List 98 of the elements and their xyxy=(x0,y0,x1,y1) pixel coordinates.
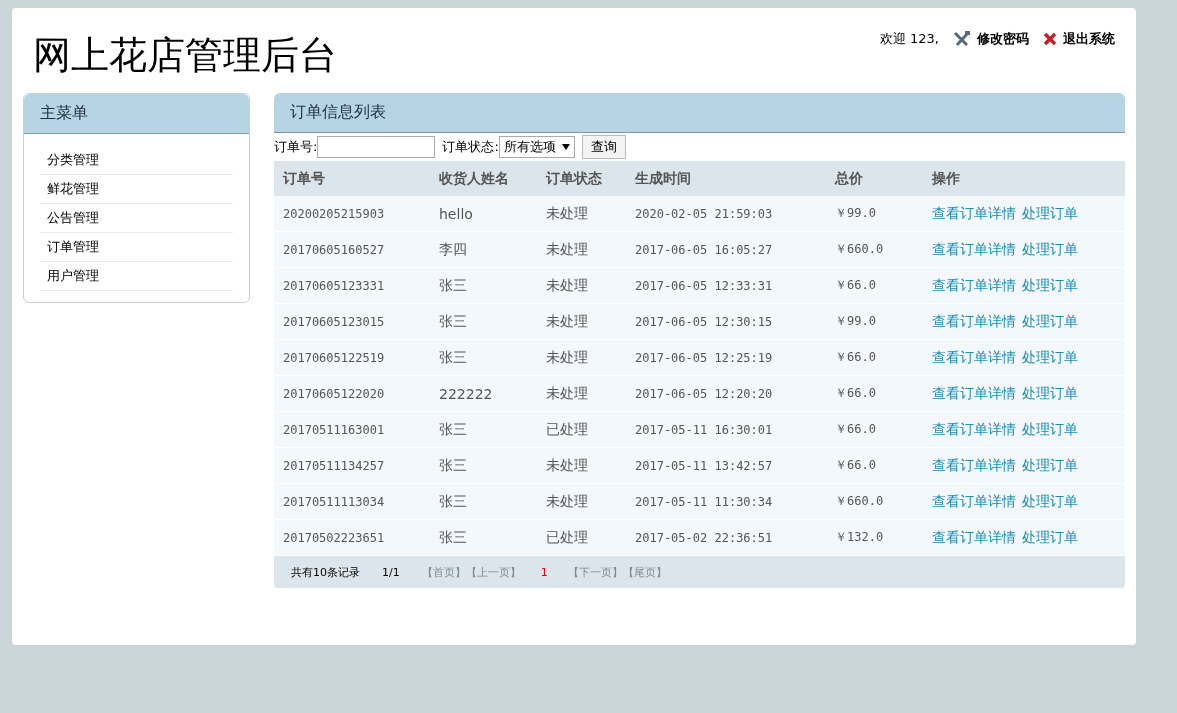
column-header: 收货人姓名 xyxy=(430,161,537,196)
panel-title: 订单信息列表 xyxy=(274,93,1125,133)
table-cell: 未处理 xyxy=(546,456,588,473)
column-header: 订单状态 xyxy=(537,161,626,196)
table-cell: 20200205215903 xyxy=(283,206,385,221)
page-link[interactable]: 1 xyxy=(540,565,548,579)
action-link[interactable]: 处理订单 xyxy=(1022,384,1078,401)
action-link[interactable]: 处理订单 xyxy=(1022,348,1078,365)
action-link[interactable]: 处理订单 xyxy=(1022,528,1078,545)
column-header: 操作 xyxy=(923,161,1125,196)
table-cell: 20170511163001 xyxy=(283,422,385,437)
table-cell: 2017-05-02 22:36:51 xyxy=(635,530,773,545)
table-cell: ￥99.0 xyxy=(835,206,876,220)
column-header: 总价 xyxy=(826,161,923,196)
menu-item[interactable]: 公告管理 xyxy=(40,204,233,233)
action-link[interactable]: 查看订单详情 xyxy=(932,312,1016,329)
table-cell: ￥66.0 xyxy=(835,386,876,400)
table-cell: 张三 xyxy=(439,348,467,365)
table-cell: 未处理 xyxy=(546,204,588,221)
table-cell: ￥66.0 xyxy=(835,422,876,436)
table-cell: 未处理 xyxy=(546,492,588,509)
table-cell: 2017-06-05 12:33:31 xyxy=(635,278,773,293)
action-link[interactable]: 处理订单 xyxy=(1022,492,1078,509)
table-cell: 2017-05-11 16:30:01 xyxy=(635,422,773,437)
action-link[interactable]: 查看订单详情 xyxy=(932,420,1016,437)
action-link[interactable]: 查看订单详情 xyxy=(932,528,1016,545)
table-cell: ￥132.0 xyxy=(835,530,884,544)
table-cell: 20170605123331 xyxy=(283,278,385,293)
sidebar-title: 主菜单 xyxy=(24,94,249,134)
menu-item[interactable]: 分类管理 xyxy=(40,146,233,175)
action-link[interactable]: 处理订单 xyxy=(1022,240,1078,257)
column-header: 生成时间 xyxy=(626,161,826,196)
table-cell: ￥660.0 xyxy=(835,494,884,508)
column-header: 订单号 xyxy=(274,161,430,196)
order-label: 订单号: xyxy=(274,138,318,156)
action-link[interactable]: 处理订单 xyxy=(1022,204,1078,221)
table-cell: 张三 xyxy=(439,528,467,545)
status-dropdown[interactable]: 所有选项 xyxy=(498,136,575,158)
table-cell: 20170511113034 xyxy=(283,494,385,509)
table-cell: 未处理 xyxy=(546,312,588,329)
table-cell: 张三 xyxy=(439,312,467,329)
table-cell: 2017-06-05 16:05:27 xyxy=(635,242,773,257)
table-cell: ￥66.0 xyxy=(835,350,876,364)
tools-icon xyxy=(953,31,971,47)
action-link[interactable]: 查看订单详情 xyxy=(932,204,1016,221)
table-cell: 未处理 xyxy=(546,240,588,257)
menu-item[interactable]: 用户管理 xyxy=(40,262,233,291)
action-link[interactable]: 处理订单 xyxy=(1022,312,1078,329)
action-link[interactable]: 查看订单详情 xyxy=(932,276,1016,293)
table-cell: 20170605160527 xyxy=(283,242,385,257)
record-count: 共有10条记录 xyxy=(291,564,360,580)
dropdown-arrow-icon xyxy=(561,144,570,150)
table-cell: 未处理 xyxy=(546,348,588,365)
table-cell: 2020-02-05 21:59:03 xyxy=(635,206,773,221)
menu-item[interactable]: 订单管理 xyxy=(40,233,233,262)
table-cell: 2017-06-05 12:20:20 xyxy=(635,386,773,401)
table-cell: 20170605122020 xyxy=(283,386,385,401)
table-cell: 2017-06-05 12:25:19 xyxy=(635,350,773,365)
table-cell: 张三 xyxy=(439,492,467,509)
table-cell: 李四 xyxy=(439,240,467,257)
table-cell: 222222 xyxy=(439,385,493,402)
welcome-text: 欢迎 123, xyxy=(879,30,939,48)
menu-item[interactable]: 鲜花管理 xyxy=(40,175,233,204)
action-link[interactable]: 查看订单详情 xyxy=(932,384,1016,401)
action-link[interactable]: 查看订单详情 xyxy=(932,240,1016,257)
header-link[interactable]: 退出系统 xyxy=(1043,30,1115,48)
search-button[interactable]: 查询 xyxy=(581,135,626,159)
site-title: 网上花店管理后台 xyxy=(33,36,337,74)
action-link[interactable]: 查看订单详情 xyxy=(932,456,1016,473)
table-cell: 20170502223651 xyxy=(283,530,385,545)
action-link[interactable]: 处理订单 xyxy=(1022,456,1078,473)
table-cell: ￥66.0 xyxy=(835,278,876,292)
action-link[interactable]: 查看订单详情 xyxy=(932,492,1016,509)
page-indicator: 1/1 xyxy=(382,565,400,579)
table-cell: 张三 xyxy=(439,276,467,293)
header-link[interactable]: 修改密码 xyxy=(953,30,1029,48)
table-cell: ￥660.0 xyxy=(835,242,884,256)
table-cell: ￥99.0 xyxy=(835,314,876,328)
action-link[interactable]: 处理订单 xyxy=(1022,276,1078,293)
table-cell: 20170605122519 xyxy=(283,350,385,365)
action-link[interactable]: 处理订单 xyxy=(1022,420,1078,437)
action-link[interactable]: 查看订单详情 xyxy=(932,348,1016,365)
status-label: 订单状态: xyxy=(442,138,499,156)
table-cell: 未处理 xyxy=(546,276,588,293)
table-cell: 20170511134257 xyxy=(283,458,385,473)
table-cell: 未处理 xyxy=(546,384,588,401)
table-cell: 2017-05-11 13:42:57 xyxy=(635,458,773,473)
table-cell: 张三 xyxy=(439,456,467,473)
table-cell: ￥66.0 xyxy=(835,458,876,472)
table-cell: 20170605123015 xyxy=(283,314,385,329)
table-cell: 已处理 xyxy=(546,528,588,545)
table-cell: 张三 xyxy=(439,420,467,437)
table-cell: 2017-06-05 12:30:15 xyxy=(635,314,773,329)
table-cell: 2017-05-11 11:30:34 xyxy=(635,494,773,509)
close-icon xyxy=(1043,32,1057,46)
order-field[interactable] xyxy=(317,136,436,158)
table-cell: 已处理 xyxy=(546,420,588,437)
table-cell: hello xyxy=(439,205,473,222)
